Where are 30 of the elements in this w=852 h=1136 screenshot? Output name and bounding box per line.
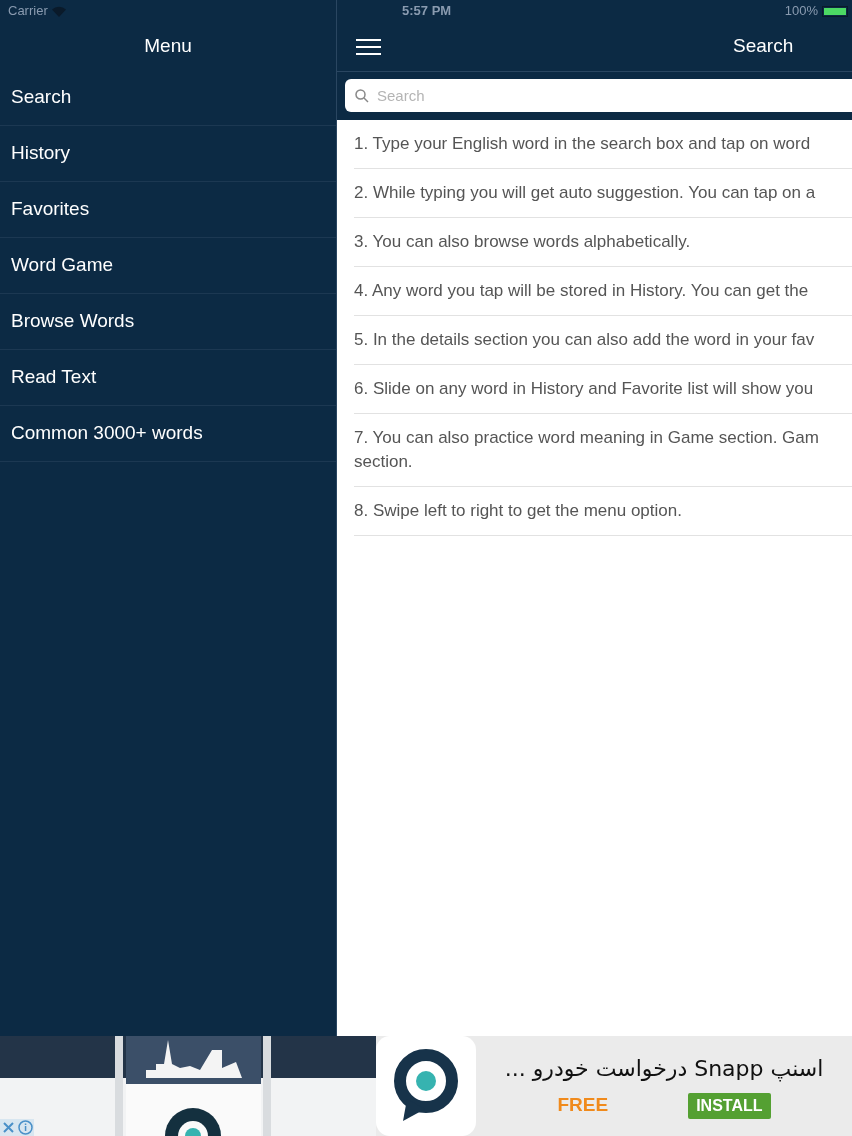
wifi-icon <box>51 5 66 17</box>
carrier-label: Carrier <box>8 2 48 21</box>
menu-item[interactable]: Read Text <box>0 350 336 406</box>
time-label: 5:57 PM <box>402 2 452 21</box>
tip-text: 4. Any word you tap will be stored in History. You can get the <box>354 280 810 302</box>
search-icon <box>355 89 369 103</box>
search-field[interactable]: Search <box>345 79 852 112</box>
tip-text: 1. Type your English word in the search box and tap on word <box>354 133 812 155</box>
menu-title: Menu <box>144 33 192 58</box>
price-label: FREE <box>557 1093 609 1118</box>
battery-icon <box>822 5 848 17</box>
menu-item[interactable]: Search <box>0 70 336 126</box>
menu-item[interactable]: Common 3000+ words <box>0 406 336 462</box>
tip-text: 8. Swipe left to right to get the menu option. <box>354 500 683 522</box>
menu-item[interactable]: Browse Words <box>0 294 336 350</box>
battery-label: 100% <box>784 2 818 21</box>
tip-text: 2. While typing you will get auto suggestion. You can tap on a <box>354 182 817 204</box>
tip-text: 7. You can also practice word meaning in Game section. Gam <box>354 427 820 449</box>
tip-text: section. <box>354 451 414 473</box>
tip-text: 3. You can also browse words alphabetically. <box>354 231 692 253</box>
ad-title: اسنپ Snapp درخواست خودرو ... <box>504 1055 824 1084</box>
tip-text: 6. Slide on any word in History and Favorite list will show you <box>354 378 815 400</box>
header-title: Search <box>733 34 794 59</box>
menu-item[interactable]: Word Game <box>0 238 336 294</box>
menu-item[interactable]: History <box>0 126 336 182</box>
tip-text: 5. In the details section you can also add the word in your fav <box>354 329 816 351</box>
menu-item[interactable]: Favorites <box>0 182 336 238</box>
app-icon <box>376 1036 476 1136</box>
menu-icon[interactable] <box>356 38 381 55</box>
info-icon[interactable] <box>17 1119 34 1136</box>
